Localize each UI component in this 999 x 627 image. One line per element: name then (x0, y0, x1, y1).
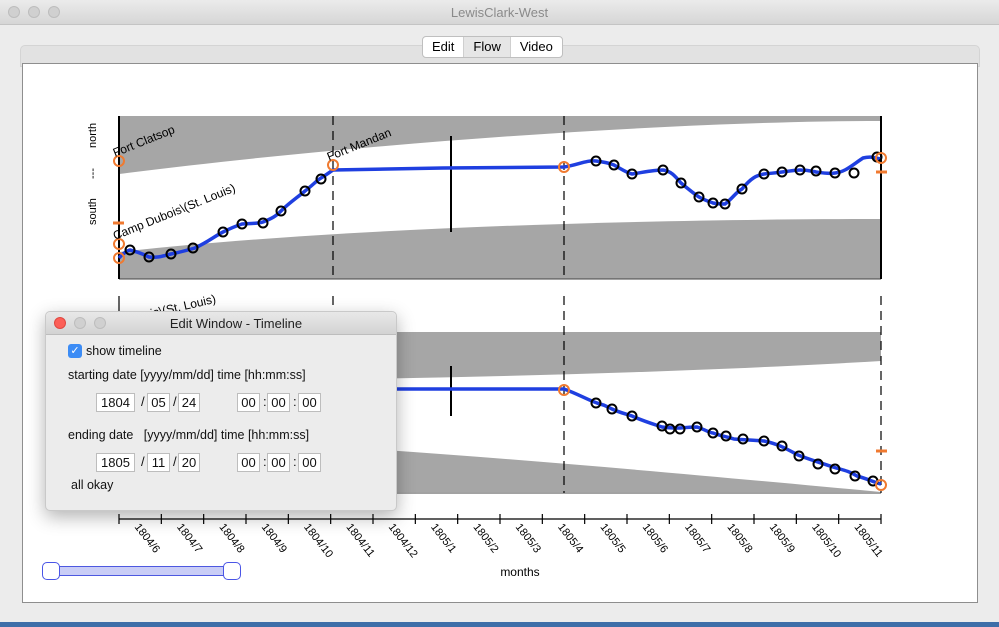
x-tick-label: 1805/9 (767, 521, 797, 555)
x-tick-label: 1805/5 (597, 521, 627, 555)
x-tick-label: 1805/7 (682, 521, 712, 555)
start-date-sep-1: / (141, 394, 145, 409)
slider-track[interactable] (48, 566, 234, 576)
tab-flow[interactable]: Flow (464, 37, 511, 57)
y-label-north: north (87, 123, 99, 148)
start-hour-field[interactable]: 00 (237, 393, 260, 412)
x-tick-label: 1805/6 (640, 521, 670, 555)
x-axis-label: months (500, 565, 539, 579)
x-tick-label: 1804/7 (174, 521, 204, 555)
starting-date-label: starting date [yyyy/mm/dd] time [hh:mm:s… (68, 368, 306, 382)
mode-tabs: Edit Flow Video (422, 36, 563, 58)
time-range-slider[interactable] (42, 562, 242, 580)
start-minute-field[interactable]: 00 (267, 393, 290, 412)
tab-edit[interactable]: Edit (423, 37, 465, 57)
x-tick-label: 1804/8 (216, 521, 246, 555)
end-time-sep-2: : (293, 454, 297, 469)
x-tick-label: 1805/3 (513, 521, 543, 555)
start-time-sep-2: : (293, 394, 297, 409)
x-tick-label: 1805/10 (809, 521, 843, 560)
end-year-field[interactable]: 1805 (96, 453, 135, 472)
slider-start-handle[interactable] (42, 562, 60, 580)
x-tick-label: 1805/2 (470, 521, 500, 555)
x-tick-label: 1804/10 (301, 521, 335, 560)
ending-date-label: ending date [yyyy/mm/dd] time [hh:mm:ss] (68, 428, 310, 442)
x-tick-label: 1805/1 (428, 521, 458, 555)
end-minute-field[interactable]: 00 (267, 453, 290, 472)
end-date-sep-1: / (141, 454, 145, 469)
desktop-edge (0, 622, 999, 627)
window-title: LewisClark-West (450, 5, 549, 20)
end-hour-field[interactable]: 00 (237, 453, 260, 472)
upper-range-ticks (113, 170, 887, 225)
x-tick-label: 1804/9 (259, 521, 289, 555)
show-timeline-label: show timeline (86, 344, 162, 358)
x-tick-label: 1804/12 (386, 521, 420, 560)
x-tick-label: 1805/11 (851, 521, 884, 559)
edit-window-timeline: Edit Window - Timeline ✓ show timeline s… (45, 311, 397, 511)
y-label-south: south (87, 198, 99, 225)
start-month-field[interactable]: 05 (147, 393, 170, 412)
end-date-sep-2: / (173, 454, 177, 469)
x-tick-label: 1804/6 (132, 521, 162, 555)
end-second-field[interactable]: 00 (298, 453, 321, 472)
start-day-field[interactable]: 24 (178, 393, 200, 412)
end-day-field[interactable]: 20 (178, 453, 200, 472)
slider-end-handle[interactable] (223, 562, 241, 580)
end-month-field[interactable]: 11 (147, 453, 170, 472)
tab-video[interactable]: Video (511, 37, 562, 57)
start-second-field[interactable]: 00 (298, 393, 321, 412)
y-label-dashes: --- (87, 168, 99, 179)
edit-window-close-button[interactable] (54, 317, 66, 329)
x-tick-label: 1805/4 (555, 521, 585, 555)
show-timeline-checkbox[interactable]: ✓ (68, 344, 82, 358)
status-text: all okay (71, 478, 114, 492)
x-ticks: 1804/6 1804/7 1804/8 1804/9 1804/10 1804/11 18… (118, 514, 885, 560)
start-date-sep-2: / (173, 394, 177, 409)
x-tick-label: 1804/11 (343, 521, 376, 559)
upper-top-band (119, 116, 881, 174)
x-tick-label: 1805/8 (724, 521, 754, 555)
edit-window-titlebar: Edit Window - Timeline (46, 312, 396, 335)
edit-window-title: Edit Window - Timeline (169, 316, 303, 331)
window-titlebar: LewisClark-West (0, 0, 999, 25)
start-year-field[interactable]: 1804 (96, 393, 135, 412)
